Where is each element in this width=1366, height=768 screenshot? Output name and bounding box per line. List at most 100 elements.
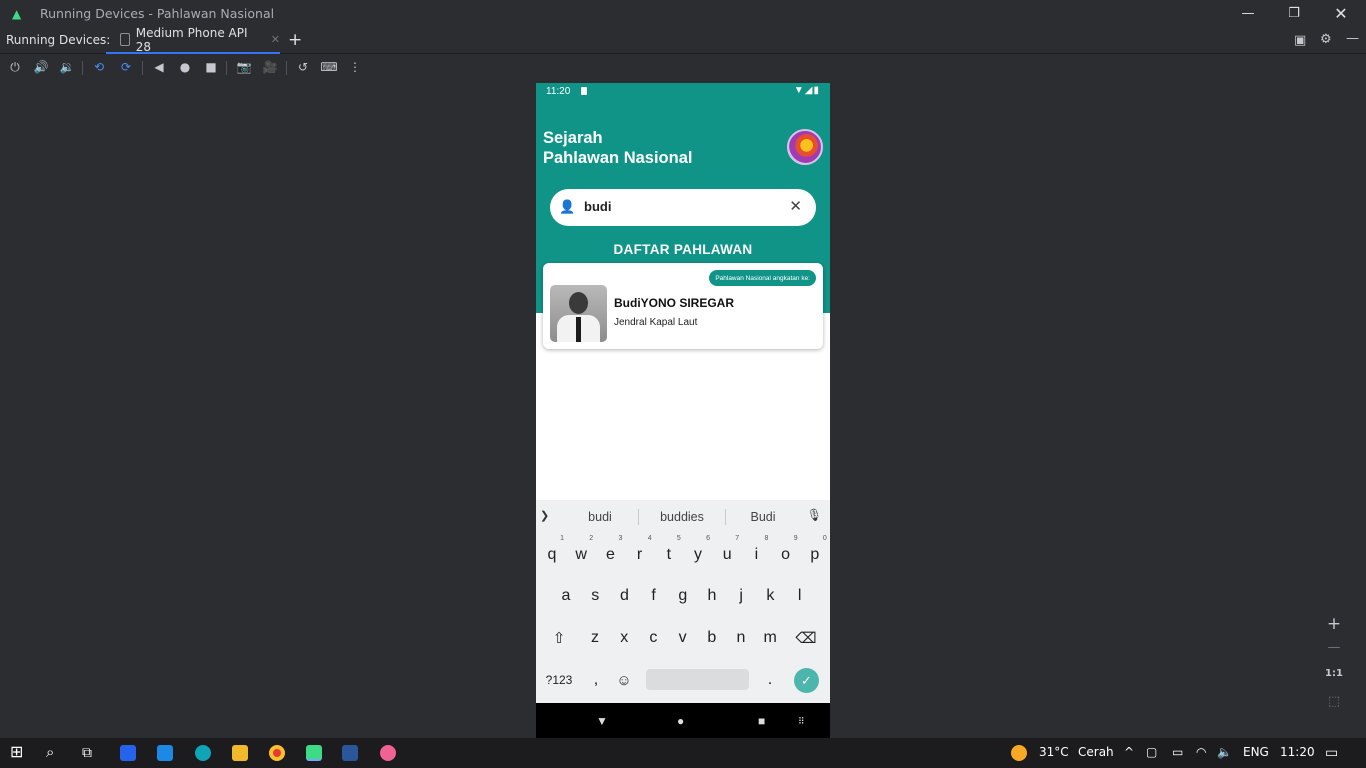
minimize-button[interactable]: — bbox=[1225, 0, 1271, 27]
meet-now-icon[interactable]: ▢ bbox=[1146, 745, 1157, 759]
hero-card[interactable]: Pahlawan Nasional angkatan ke: BudiYONO … bbox=[543, 263, 823, 349]
android-studio-icon[interactable] bbox=[306, 745, 322, 761]
close-window-button[interactable]: ✕ bbox=[1318, 0, 1364, 27]
task-view-icon[interactable]: ⧉ bbox=[82, 745, 92, 761]
period-key[interactable]: . bbox=[756, 663, 784, 697]
key-s[interactable]: s bbox=[581, 579, 609, 613]
store-icon[interactable] bbox=[120, 745, 136, 761]
chevron-right-icon[interactable]: ❯ bbox=[540, 509, 549, 522]
toolbar-divider bbox=[226, 61, 227, 75]
tab-medium-phone[interactable]: Medium Phone API 28 ✕ bbox=[106, 25, 280, 54]
key-w[interactable]: w2 bbox=[567, 535, 595, 572]
edge-icon[interactable] bbox=[195, 745, 211, 761]
volume-down-icon[interactable]: 🔉 bbox=[58, 58, 76, 76]
backspace-icon[interactable]: ⌫ bbox=[792, 621, 820, 655]
key-u[interactable]: u7 bbox=[713, 535, 741, 572]
mail-icon[interactable] bbox=[157, 745, 173, 761]
language-indicator[interactable]: ENG bbox=[1243, 745, 1269, 759]
zoom-in-icon[interactable]: + bbox=[1320, 614, 1348, 634]
key-z[interactable]: z bbox=[581, 621, 609, 655]
restore-button[interactable]: ❐ bbox=[1271, 0, 1317, 27]
key-h[interactable]: h bbox=[698, 579, 726, 613]
paint-icon[interactable] bbox=[380, 745, 396, 761]
emoji-icon[interactable]: ☺ bbox=[610, 663, 638, 697]
sd-card-icon bbox=[581, 87, 587, 95]
zoom-1to1-button[interactable]: 1:1 bbox=[1320, 668, 1348, 679]
windows-start-icon[interactable]: ⊞ bbox=[10, 742, 23, 761]
key-j[interactable]: j bbox=[727, 579, 755, 613]
rotate-left-icon[interactable]: ⟲ bbox=[90, 58, 108, 76]
key-e[interactable]: e3 bbox=[596, 535, 624, 572]
key-t[interactable]: t5 bbox=[655, 535, 683, 572]
key-b[interactable]: b bbox=[698, 621, 726, 655]
key-r[interactable]: r4 bbox=[626, 535, 654, 572]
overview-icon[interactable]: ■ bbox=[202, 58, 220, 76]
comma-key[interactable]: , bbox=[582, 663, 610, 697]
key-o[interactable]: o9 bbox=[772, 535, 800, 572]
check-icon[interactable]: ✓ bbox=[794, 668, 819, 693]
clock[interactable]: 11:20 bbox=[1280, 745, 1315, 759]
nav-recents-icon[interactable]: ■ bbox=[758, 714, 765, 728]
suggestion-2[interactable]: buddies bbox=[647, 510, 717, 524]
nav-back-icon[interactable]: ▼ bbox=[596, 714, 608, 728]
key-k[interactable]: k bbox=[756, 579, 784, 613]
hide-icon[interactable]: — bbox=[1346, 31, 1359, 46]
suggestion-3[interactable]: Budi bbox=[728, 510, 798, 524]
search-bar[interactable]: 👤 budi ✕ bbox=[550, 189, 816, 226]
space-key[interactable] bbox=[646, 669, 749, 690]
generation-badge: Pahlawan Nasional angkatan ke: bbox=[709, 270, 816, 286]
chrome-icon[interactable] bbox=[269, 745, 285, 761]
key-p[interactable]: p0 bbox=[801, 535, 829, 572]
home-icon[interactable]: ● bbox=[176, 58, 194, 76]
keyboard-switch-icon[interactable]: ⠿ bbox=[798, 716, 805, 727]
key-i[interactable]: i8 bbox=[742, 535, 770, 572]
keyboard-icon[interactable]: ⌨ bbox=[320, 58, 338, 76]
reset-icon[interactable]: ↺ bbox=[294, 58, 312, 76]
more-icon[interactable]: ⋮ bbox=[346, 58, 364, 76]
word-icon[interactable] bbox=[342, 745, 358, 761]
close-tab-icon[interactable]: ✕ bbox=[271, 33, 280, 46]
key-l[interactable]: l bbox=[786, 579, 814, 613]
search-input[interactable]: budi bbox=[584, 199, 611, 214]
numsym-key[interactable]: ?123 bbox=[542, 663, 576, 697]
explorer-icon[interactable] bbox=[232, 745, 248, 761]
chevron-up-icon[interactable]: ^ bbox=[1124, 745, 1134, 759]
app-title-line1: Sejarah bbox=[543, 129, 603, 147]
temperature[interactable]: 31°C bbox=[1039, 745, 1069, 759]
key-v[interactable]: v bbox=[669, 621, 697, 655]
back-icon[interactable]: ◀ bbox=[150, 58, 168, 76]
search-icon[interactable]: ⌕ bbox=[46, 743, 54, 761]
key-q[interactable]: q1 bbox=[538, 535, 566, 572]
power-icon[interactable]: ⏻ bbox=[6, 58, 24, 76]
key-c[interactable]: c bbox=[639, 621, 667, 655]
key-f[interactable]: f bbox=[640, 579, 668, 613]
zoom-fit-icon[interactable]: ⬚ bbox=[1320, 694, 1348, 709]
shift-icon[interactable]: ⇧ bbox=[545, 621, 573, 655]
speaker-icon[interactable]: 🔈 bbox=[1217, 745, 1232, 759]
wifi-icon[interactable]: ◠ bbox=[1196, 745, 1206, 759]
close-icon[interactable]: ✕ bbox=[789, 197, 802, 215]
camera-icon[interactable]: 📷 bbox=[235, 58, 253, 76]
video-icon[interactable]: 🎥 bbox=[261, 58, 279, 76]
key-d[interactable]: d bbox=[610, 579, 638, 613]
soft-keyboard: ❯ budi buddies Budi 🎙 q1w2e3r4t5y6u7i8o9… bbox=[536, 500, 830, 703]
add-tab-button[interactable]: + bbox=[288, 30, 302, 50]
nav-home-icon[interactable]: ● bbox=[677, 714, 684, 728]
settings-icon[interactable]: ⚙ bbox=[1320, 32, 1332, 47]
key-g[interactable]: g bbox=[669, 579, 697, 613]
battery-icon[interactable]: ▭ bbox=[1172, 745, 1183, 759]
layout-icon[interactable]: ▣ bbox=[1294, 33, 1306, 48]
weather-text[interactable]: Cerah bbox=[1078, 745, 1114, 759]
key-m[interactable]: m bbox=[756, 621, 784, 655]
key-y[interactable]: y6 bbox=[684, 535, 712, 572]
key-n[interactable]: n bbox=[727, 621, 755, 655]
zoom-out-icon[interactable]: — bbox=[1320, 640, 1348, 655]
notifications-icon[interactable]: ▭ bbox=[1325, 745, 1338, 761]
mic-icon[interactable]: 🎙 bbox=[807, 508, 822, 522]
key-a[interactable]: a bbox=[552, 579, 580, 613]
rotate-right-icon[interactable]: ⟳ bbox=[117, 58, 135, 76]
suggestion-1[interactable]: budi bbox=[565, 510, 635, 524]
tab-label: Medium Phone API 28 bbox=[135, 25, 248, 54]
key-x[interactable]: x bbox=[610, 621, 638, 655]
volume-up-icon[interactable]: 🔊 bbox=[32, 58, 50, 76]
